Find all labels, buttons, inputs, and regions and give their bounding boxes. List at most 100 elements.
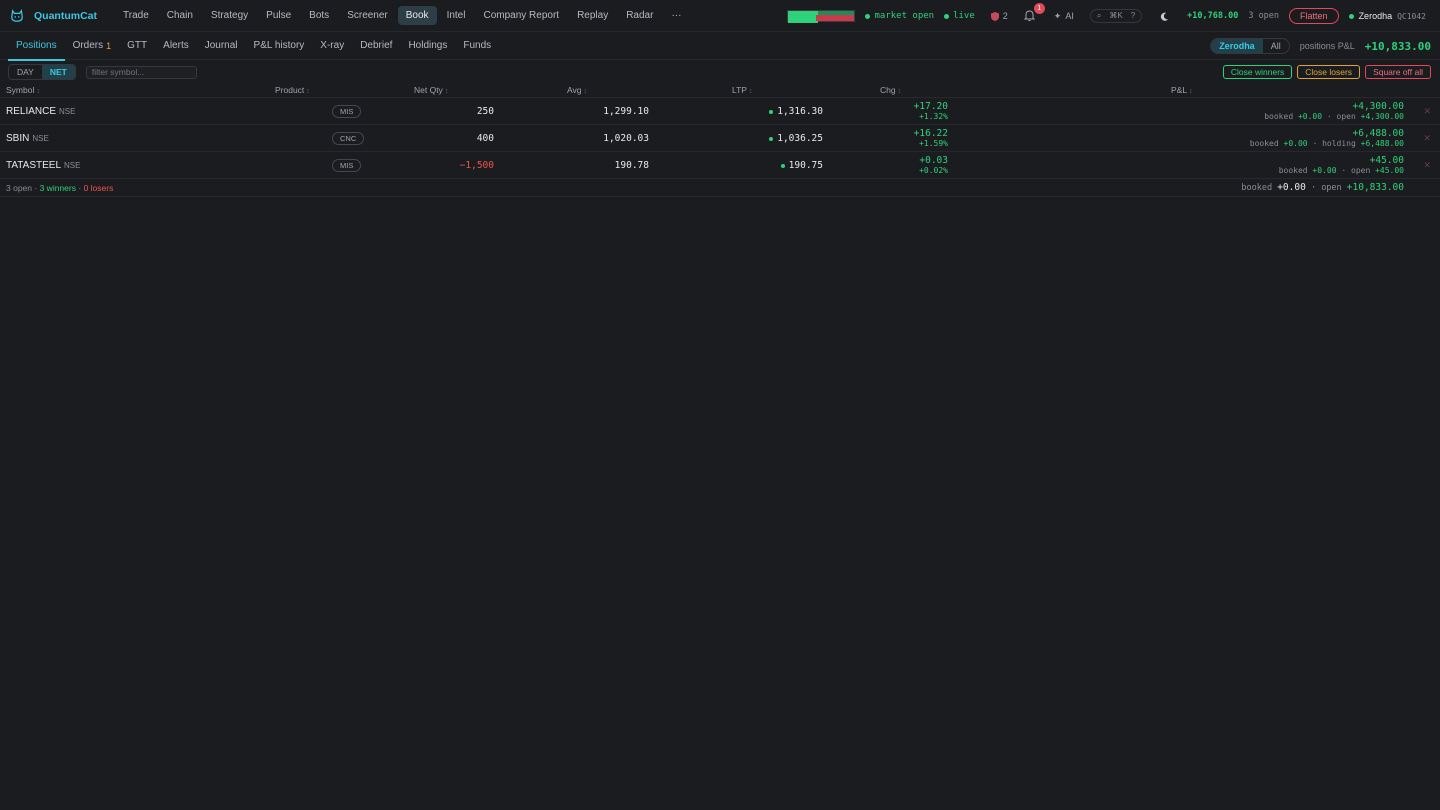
ai-button[interactable]: ✦ AI <box>1048 9 1080 24</box>
nav-item-replay[interactable]: Replay <box>569 6 616 25</box>
nav-item-pulse[interactable]: Pulse <box>258 6 299 25</box>
bulk-actions: Close winners Close losers Square off al… <box>1222 60 1431 84</box>
col-avg[interactable]: Avg ↕ <box>567 85 587 95</box>
change-cell: +0.03 +0.02% <box>919 154 948 175</box>
tab-x-ray[interactable]: X-ray <box>312 32 352 60</box>
ltp-cell: 1,316.30 <box>769 98 823 125</box>
table-row[interactable]: TATASTEEL NSE MIS −1,500 190.78 190.75 +0… <box>0 152 1440 179</box>
mode-net[interactable]: NET <box>41 65 75 79</box>
table-row[interactable]: SBIN NSE CNC 400 1,020.03 1,036.25 +16.22… <box>0 125 1440 152</box>
day-pnl: +10,768.00 <box>1187 11 1239 21</box>
change-cell: +16.22 +1.59% <box>913 127 948 148</box>
sort-icon: ↕ <box>36 88 40 95</box>
net-qty-cell: 400 <box>476 133 494 144</box>
nav-item-bots[interactable]: Bots <box>301 6 337 25</box>
nav-item-company-report[interactable]: Company Report <box>475 6 567 25</box>
scope-toggle: Zerodha All <box>1210 38 1290 54</box>
sort-icon: ↕ <box>897 88 902 95</box>
positions-toolbar: DAY NET Close winners Close losers Squar… <box>0 60 1440 84</box>
close-winners-button[interactable]: Close winners <box>1222 65 1293 79</box>
close-losers-button[interactable]: Close losers <box>1297 65 1361 79</box>
flatten-button[interactable]: Flatten <box>1289 8 1339 24</box>
nav-item-screener[interactable]: Screener <box>339 6 396 25</box>
col-net-qty[interactable]: Net Qty ↕ <box>414 85 448 95</box>
product-badge: MIS <box>332 105 362 118</box>
nav-item-book[interactable]: Book <box>397 6 437 25</box>
summary-pnl: booked +0.00 · open +10,833.00 <box>1241 182 1404 193</box>
nav-item-trade[interactable]: Trade <box>115 6 157 25</box>
avg-cell: 1,020.03 <box>603 133 649 144</box>
net-qty-cell: 250 <box>476 106 494 117</box>
shield-indicator[interactable]: 2 <box>985 9 1014 23</box>
positions-summary: 3 open · 3 winners · 0 losers booked +0.… <box>0 179 1440 197</box>
tab-journal[interactable]: Journal <box>197 32 246 60</box>
moon-icon[interactable] <box>1160 12 1169 21</box>
app-logo[interactable]: QuantumCat <box>10 8 97 23</box>
symbol-filter-input[interactable] <box>85 65 197 79</box>
tab-debrief[interactable]: Debrief <box>352 32 400 60</box>
app-name: QuantumCat <box>34 9 97 22</box>
open-count: 3 open <box>1248 11 1280 21</box>
shield-icon <box>990 11 999 21</box>
tab-p-l-history[interactable]: P&L history <box>246 32 313 60</box>
tab-gtt[interactable]: GTT <box>119 32 155 60</box>
col-ltp[interactable]: LTP ↕ <box>732 85 752 95</box>
feed-status: live <box>944 11 975 21</box>
cat-logo-icon <box>11 8 23 22</box>
symbol-cell[interactable]: SBIN NSE <box>6 125 49 152</box>
nav-item-radar[interactable]: Radar <box>618 6 661 25</box>
nav-item-chain[interactable]: Chain <box>159 6 201 25</box>
symbol-cell[interactable]: RELIANCE NSE <box>6 98 75 125</box>
symbol-cell[interactable]: TATASTEEL NSE <box>6 152 80 179</box>
tab-count-badge: 1 <box>106 40 112 51</box>
scope-option-all[interactable]: All <box>1263 39 1289 53</box>
tick-dot <box>769 109 774 114</box>
tab-holdings[interactable]: Holdings <box>400 32 455 60</box>
positions-table-body: RELIANCE NSE MIS 250 1,299.10 1,316.30 +1… <box>0 98 1440 179</box>
pnl-cell: +4,300.00 booked +0.00 · open +4,300.00 <box>1264 100 1404 121</box>
col-product[interactable]: Product ↕ <box>275 85 310 95</box>
net-qty-cell: −1,500 <box>459 160 494 171</box>
close-position-icon[interactable]: ✕ <box>1423 98 1431 125</box>
search-icon: ⌕ <box>1096 11 1102 20</box>
tab-alerts[interactable]: Alerts <box>155 32 197 60</box>
scope-option-zerodha[interactable]: Zerodha <box>1211 39 1263 53</box>
col-pnl[interactable]: P&L ↕ <box>1171 85 1193 95</box>
sort-icon: ↕ <box>306 88 310 95</box>
product-cell: MIS <box>332 152 362 179</box>
account-selector[interactable]: Zerodha QC1042 <box>1348 11 1426 21</box>
top-right-status: market open live 2 1 ✦ AI ⌕ ⌘K ? +10,768.… <box>787 0 1426 32</box>
command-palette-button[interactable]: ⌕ ⌘K ? <box>1089 9 1143 23</box>
tab-orders[interactable]: Orders 1 <box>65 32 120 60</box>
day-net-toggle: DAY NET <box>8 64 76 80</box>
col-chg[interactable]: Chg ↕ <box>880 85 901 95</box>
exchange-label: NSE <box>64 161 81 170</box>
main-nav: Trade Chain Strategy Pulse Bots Screener Book I… <box>115 6 689 25</box>
tick-dot <box>780 163 785 168</box>
mode-day[interactable]: DAY <box>9 65 42 79</box>
table-row[interactable]: RELIANCE NSE MIS 250 1,299.10 1,316.30 +1… <box>0 98 1440 125</box>
nav-item-more[interactable]: ··· <box>663 6 689 25</box>
nav-item-intel[interactable]: Intel <box>439 6 474 25</box>
notifications-button[interactable]: 1 <box>1023 3 1045 23</box>
tab-funds[interactable]: Funds <box>455 32 499 60</box>
sort-icon: ↕ <box>444 88 449 95</box>
close-position-icon[interactable]: ✕ <box>1423 152 1431 179</box>
market-status: market open <box>865 11 934 21</box>
positions-pnl-label: positions P&L <box>1299 41 1355 51</box>
ltp-cell: 190.75 <box>780 152 823 179</box>
exchange-label: NSE <box>32 134 49 143</box>
square-off-all-button[interactable]: Square off all <box>1365 65 1431 79</box>
summary-counts: 3 open · 3 winners · 0 losers <box>6 183 114 193</box>
close-position-icon[interactable]: ✕ <box>1423 125 1431 152</box>
pnl-cell: +6,488.00 booked +0.00 · holding +6,488.0… <box>1249 127 1404 148</box>
feed-status-dot <box>944 13 950 19</box>
product-badge: MIS <box>332 159 362 172</box>
col-symbol[interactable]: Symbol ↕ <box>6 85 40 95</box>
nav-item-strategy[interactable]: Strategy <box>203 6 256 25</box>
positions-pnl-value: +10,833.00 <box>1364 39 1431 53</box>
account-status-dot <box>1348 13 1354 19</box>
tab-positions[interactable]: Positions <box>8 32 65 61</box>
notification-badge: 1 <box>1033 3 1045 14</box>
help-icon[interactable]: ? <box>1131 11 1135 21</box>
